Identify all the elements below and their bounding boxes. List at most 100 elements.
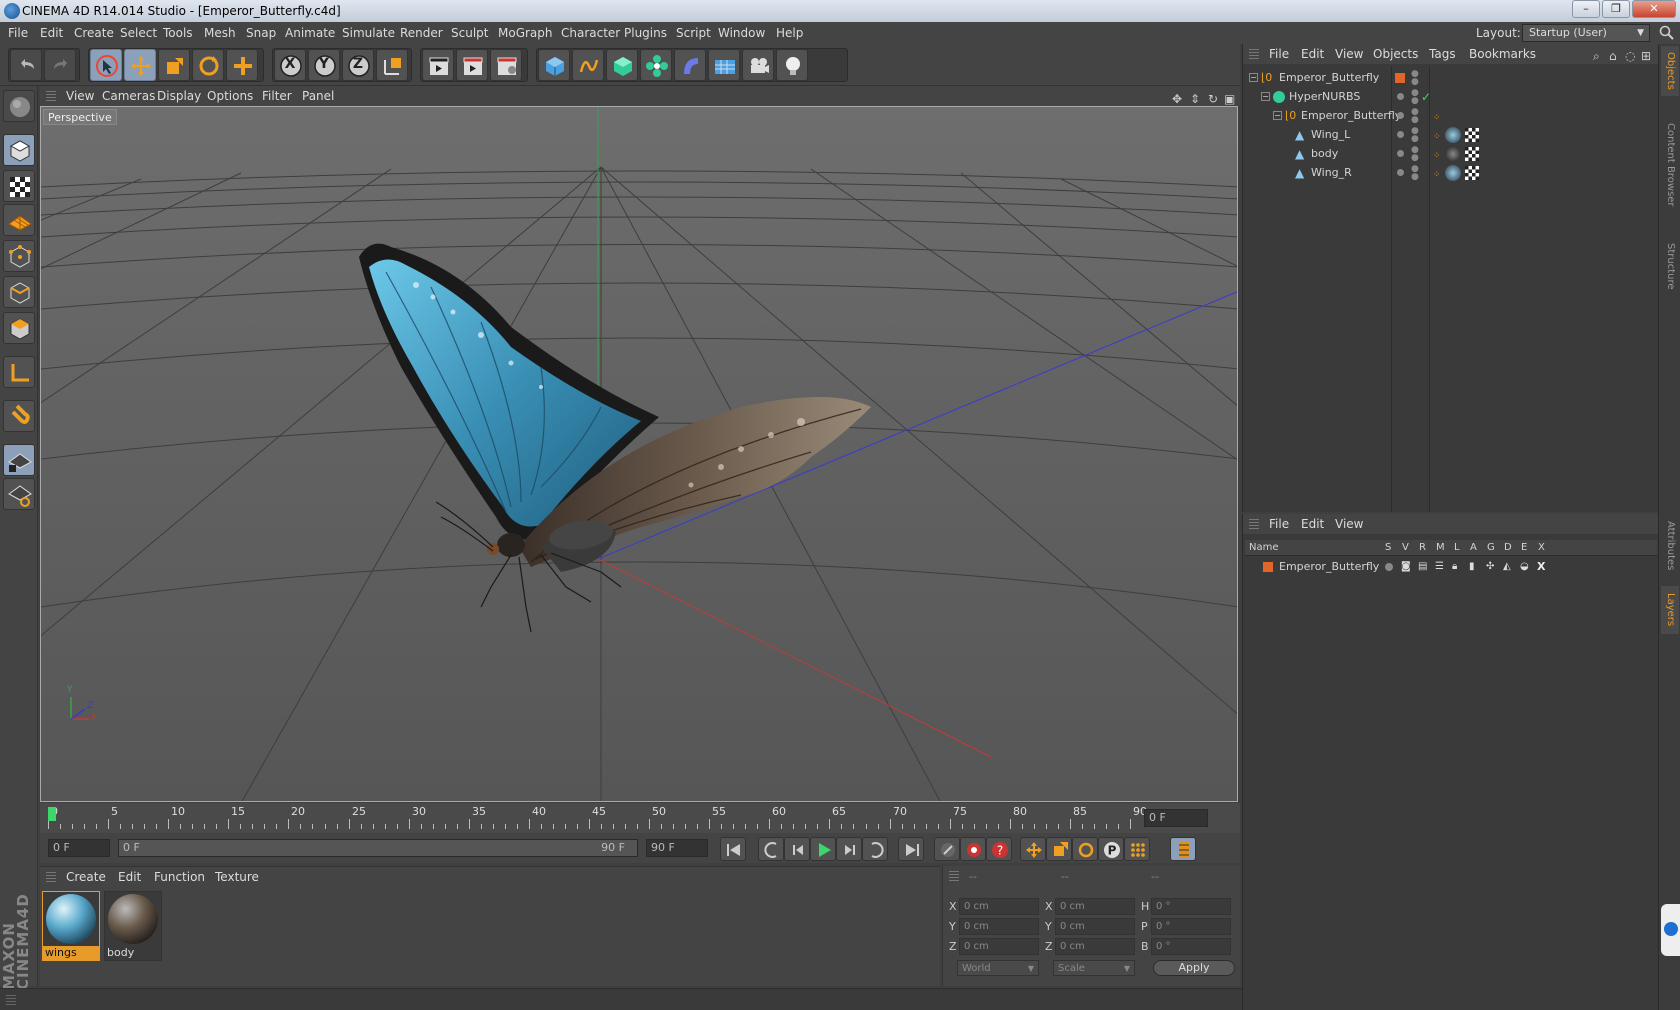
visibility-dots-icon[interactable]: ● ● <box>1411 165 1419 182</box>
y-axis-lock-button[interactable]: Y <box>308 49 340 81</box>
add-cube-button[interactable] <box>538 49 570 81</box>
texture-mode-button[interactable] <box>3 170 35 202</box>
layer-col-animation[interactable]: A <box>1470 540 1477 556</box>
add-light-button[interactable] <box>776 49 808 81</box>
object-row-emperor-butterfly-child[interactable]: − ⌊0 Emperor_Butterfly ● ● ⁘ <box>1243 106 1659 126</box>
visibility-dot-icon[interactable] <box>1397 169 1404 176</box>
menu-render[interactable]: Render <box>400 22 443 44</box>
menu-sculpt[interactable]: Sculpt <box>451 22 488 44</box>
workplane-mode-button[interactable] <box>3 204 35 236</box>
tab-objects[interactable]: Objects <box>1661 46 1679 96</box>
menu-animate[interactable]: Animate <box>285 22 335 44</box>
pos-z-field[interactable]: 0 cm <box>959 938 1039 955</box>
material-tag-icon[interactable] <box>1445 146 1461 162</box>
layer-color-swatch[interactable] <box>1263 562 1273 572</box>
timeline-ruler[interactable]: 051015202530354045505560657075808590 0 F <box>40 803 1240 833</box>
add-deformer-button[interactable] <box>674 49 706 81</box>
key-pla-button[interactable] <box>1124 837 1150 861</box>
visible-eye-icon[interactable]: ◙ <box>1401 558 1411 576</box>
layer-col-deformers[interactable]: D <box>1504 540 1512 556</box>
viewport-menu-display[interactable]: Display <box>157 86 201 106</box>
render-view-button[interactable] <box>422 49 454 81</box>
visibility-dot-icon[interactable] <box>1397 93 1404 100</box>
visibility-dots-icon[interactable]: ● ● <box>1411 89 1419 106</box>
menu-window[interactable]: Window <box>718 22 765 44</box>
current-frame-field[interactable]: 0 F <box>48 839 110 857</box>
coordinate-system-button[interactable] <box>376 49 408 81</box>
collapse-toggle-icon[interactable]: − <box>1273 111 1282 120</box>
rot-b-field[interactable]: 0 ° <box>1151 938 1231 955</box>
move-tool-button[interactable] <box>124 49 156 81</box>
manager-list-icon[interactable]: ☰ <box>1435 558 1444 576</box>
viewport-menu-view[interactable]: View <box>66 86 94 106</box>
key-parameter-button[interactable]: P <box>1098 837 1124 861</box>
record-keys-button[interactable] <box>934 837 960 861</box>
material-menu-create[interactable]: Create <box>66 867 106 887</box>
viewport-menu-filter[interactable]: Filter <box>262 86 292 106</box>
pos-x-field[interactable]: 0 cm <box>959 898 1039 915</box>
menu-script[interactable]: Script <box>676 22 711 44</box>
menu-tools[interactable]: Tools <box>163 22 193 44</box>
generator-icon[interactable]: ✣ <box>1486 558 1494 576</box>
object-row-hypernurbs[interactable]: − HyperNURBS ● ● ✓ <box>1243 87 1659 107</box>
object-menu-view[interactable]: View <box>1335 44 1363 64</box>
new-window-icon[interactable]: ⊞ <box>1641 46 1651 66</box>
uvw-tag-icon[interactable] <box>1465 147 1479 161</box>
layer-col-xref[interactable]: X <box>1538 540 1545 556</box>
render-picture-viewer-button[interactable] <box>456 49 488 81</box>
visibility-dot-icon[interactable] <box>1397 131 1404 138</box>
object-menu-tags[interactable]: Tags <box>1429 44 1456 64</box>
size-x-field[interactable]: 0 cm <box>1055 898 1135 915</box>
object-row-wing-l[interactable]: ▲ Wing_L ● ● ⁘ <box>1243 125 1659 145</box>
material-menu-edit[interactable]: Edit <box>118 867 141 887</box>
goto-prev-key-button[interactable] <box>758 837 784 861</box>
add-environment-button[interactable] <box>708 49 740 81</box>
menu-help[interactable]: Help <box>776 22 803 44</box>
scale-dropdown[interactable]: Scale ▼ <box>1053 960 1135 976</box>
deformer-icon[interactable]: ◭ <box>1503 558 1511 576</box>
visibility-dots-icon[interactable]: ● ● <box>1411 108 1419 125</box>
material-tag-icon[interactable] <box>1445 165 1461 181</box>
collapse-toggle-icon[interactable]: − <box>1249 73 1258 82</box>
preview-range-slider[interactable]: 0 F 90 F <box>118 839 638 857</box>
layer-row-emperor-butterfly[interactable]: Emperor_Butterfly ◙ ▤ ☰ 🔒︎ ▮ ✣ ◭ ◒ X <box>1245 558 1657 576</box>
collapse-toggle-icon[interactable]: − <box>1261 92 1270 101</box>
home-icon[interactable]: ⌂ <box>1609 46 1617 66</box>
model-mode-button[interactable] <box>3 134 35 166</box>
layer-col-generators[interactable]: G <box>1487 540 1495 556</box>
timeline-frame-field[interactable]: 0 F <box>1144 809 1208 827</box>
add-camera-button[interactable] <box>742 49 774 81</box>
layer-col-visible[interactable]: V <box>1402 540 1409 556</box>
menu-mograph[interactable]: MoGraph <box>498 22 553 44</box>
max-frame-field[interactable]: 90 F <box>646 839 708 857</box>
redo-button[interactable] <box>44 49 76 81</box>
close-button[interactable]: ✕ <box>1632 0 1676 18</box>
layer-col-manager[interactable]: M <box>1436 540 1445 556</box>
visibility-dot-icon[interactable] <box>1397 112 1404 119</box>
visibility-dots-icon[interactable]: ● ● <box>1411 127 1419 144</box>
xref-x-icon[interactable]: X <box>1537 558 1545 576</box>
layer-color-swatch[interactable] <box>1395 73 1405 83</box>
viewport-menu-cameras[interactable]: Cameras <box>102 86 155 106</box>
material-tag-icon[interactable] <box>1445 127 1461 143</box>
object-row-body[interactable]: ▲ body ● ● ⁘ <box>1243 144 1659 164</box>
viewport-menu-options[interactable]: Options <box>207 86 253 106</box>
phong-tag-icon[interactable]: ⁘ <box>1433 165 1441 185</box>
menu-plugins[interactable]: Plugins <box>624 22 667 44</box>
solo-dot-icon[interactable] <box>1385 563 1393 571</box>
maximize-button[interactable]: ❐ <box>1602 0 1630 18</box>
step-forward-button[interactable] <box>836 837 862 861</box>
timeline-layout-button[interactable] <box>1170 837 1196 861</box>
layer-col-expressions[interactable]: E <box>1521 540 1527 556</box>
make-editable-button[interactable] <box>3 90 35 122</box>
layer-menu-file[interactable]: File <box>1269 514 1289 534</box>
object-row-emperor-butterfly[interactable]: − ⌊0 Emperor_Butterfly ● ● <box>1243 68 1659 88</box>
visibility-dot-icon[interactable] <box>1397 150 1404 157</box>
add-spline-button[interactable] <box>572 49 604 81</box>
expression-icon[interactable]: ◒ <box>1520 558 1529 576</box>
step-back-button[interactable] <box>784 837 810 861</box>
object-row-wing-r[interactable]: ▲ Wing_R ● ● ⁘ <box>1243 163 1659 183</box>
keyframe-selection-button[interactable]: ? <box>986 837 1012 861</box>
pos-y-field[interactable]: 0 cm <box>959 918 1039 935</box>
apply-button[interactable]: Apply <box>1153 960 1235 976</box>
